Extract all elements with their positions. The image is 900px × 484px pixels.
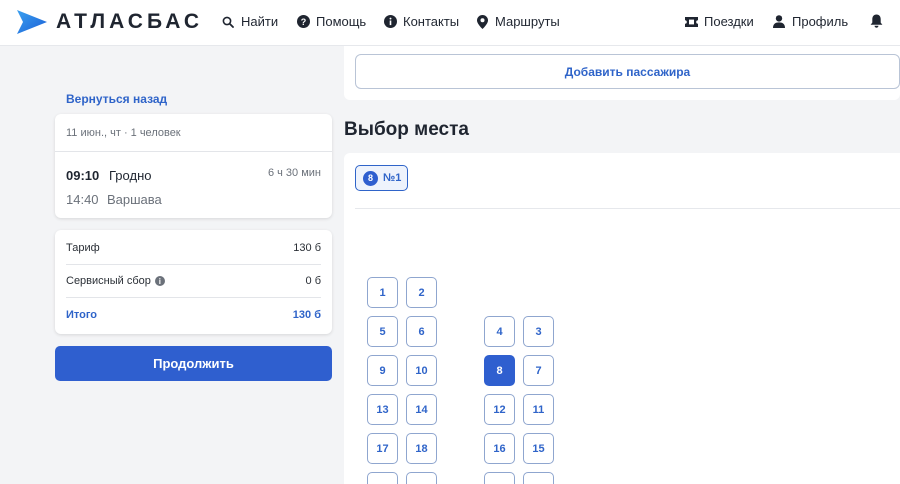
departure-city: Гродно [109, 168, 152, 183]
nav-find[interactable]: Найти [221, 14, 278, 29]
back-link[interactable]: Вернуться назад [66, 92, 167, 106]
service-fee-value: 0 б [305, 275, 321, 287]
top-header: АТЛАСБАС Найти ? Помощь Контакты Маршрут… [0, 0, 900, 46]
seat[interactable]: 1 [367, 277, 398, 308]
nav-contacts[interactable]: Контакты [383, 14, 459, 29]
info-icon[interactable]: i [154, 276, 165, 287]
seat[interactable]: 2 [406, 277, 437, 308]
trip-summary-card: 11 июн., чт · 1 человек 09:10 Гродно 6 ч… [55, 114, 332, 218]
seat[interactable]: 16 [484, 433, 515, 464]
total-value: 130 б [292, 308, 321, 321]
passenger-tab-1[interactable]: 8 №1 [355, 165, 408, 191]
seat[interactable]: 18 [406, 433, 437, 464]
seat-selected[interactable]: 8 [484, 355, 515, 386]
seat[interactable]: 6 [406, 316, 437, 347]
nav-help[interactable]: ? Помощь [296, 14, 366, 29]
seat[interactable]: 3 [523, 316, 554, 347]
seat[interactable] [484, 472, 515, 484]
continue-button[interactable]: Продолжить [55, 346, 332, 381]
seat[interactable]: 7 [523, 355, 554, 386]
notifications-button[interactable] [869, 14, 889, 28]
seat[interactable]: 10 [406, 355, 437, 386]
brand-name: АТЛАСБАС [56, 10, 204, 33]
nav-find-label: Найти [241, 14, 279, 29]
seat[interactable]: 5 [367, 316, 398, 347]
brand-logo[interactable]: АТЛАСБАС [14, 9, 203, 35]
seat[interactable] [406, 472, 437, 484]
ticket-icon [684, 15, 698, 29]
question-icon: ? [296, 15, 310, 29]
bell-icon [869, 14, 883, 28]
svg-text:?: ? [300, 17, 306, 27]
nav-help-label: Помощь [316, 14, 367, 29]
arrival-city: Варшава [107, 192, 162, 207]
total-label: Итого [66, 308, 98, 321]
seat[interactable]: 9 [367, 355, 398, 386]
tariff-label: Тариф [66, 242, 100, 254]
seat[interactable]: 11 [523, 394, 554, 425]
add-passenger-button[interactable]: Добавить пассажира [355, 54, 900, 89]
trip-summary-line: 11 июн., чт · 1 человек [55, 114, 332, 152]
trip-duration: 6 ч 30 мин [267, 167, 321, 179]
nav-routes[interactable]: Маршруты [475, 14, 560, 29]
fare-row-total: Итого 130 б [66, 298, 321, 331]
passenger-tab-label: №1 [383, 172, 402, 184]
seat[interactable]: 4 [484, 316, 515, 347]
seat[interactable]: 13 [367, 394, 398, 425]
nav-trips-label: Поездки [704, 14, 754, 29]
fare-row-service: Сервисный сбор i 0 б [66, 265, 321, 298]
service-fee-label: Сервисный сбор [66, 275, 151, 287]
nav-profile[interactable]: Профиль [772, 14, 848, 29]
nav-profile-label: Профиль [792, 14, 849, 29]
nav-contacts-label: Контакты [403, 14, 460, 29]
nav-routes-label: Маршруты [495, 14, 560, 29]
seat[interactable] [367, 472, 398, 484]
divider [355, 208, 900, 209]
seat-selection-title: Выбор места [344, 119, 469, 140]
seat[interactable]: 14 [406, 394, 437, 425]
departure-time: 09:10 [66, 168, 100, 183]
logo-icon [17, 10, 47, 34]
arrival-time: 14:40 [66, 192, 99, 207]
tariff-value: 130 б [293, 242, 321, 254]
nav-trips[interactable]: Поездки [684, 14, 754, 29]
seat[interactable]: 12 [484, 394, 515, 425]
map-pin-icon [475, 14, 489, 29]
passenger-seat-badge: 8 [363, 170, 378, 186]
seat[interactable]: 15 [523, 433, 554, 464]
user-icon [772, 15, 786, 29]
info-icon [383, 15, 397, 29]
fare-card: Тариф 130 б Сервисный сбор i 0 б Итого 13… [55, 230, 332, 334]
fare-row-tariff: Тариф 130 б [66, 232, 321, 265]
seat[interactable] [523, 472, 554, 484]
search-icon [221, 15, 235, 29]
seat[interactable]: 17 [367, 433, 398, 464]
